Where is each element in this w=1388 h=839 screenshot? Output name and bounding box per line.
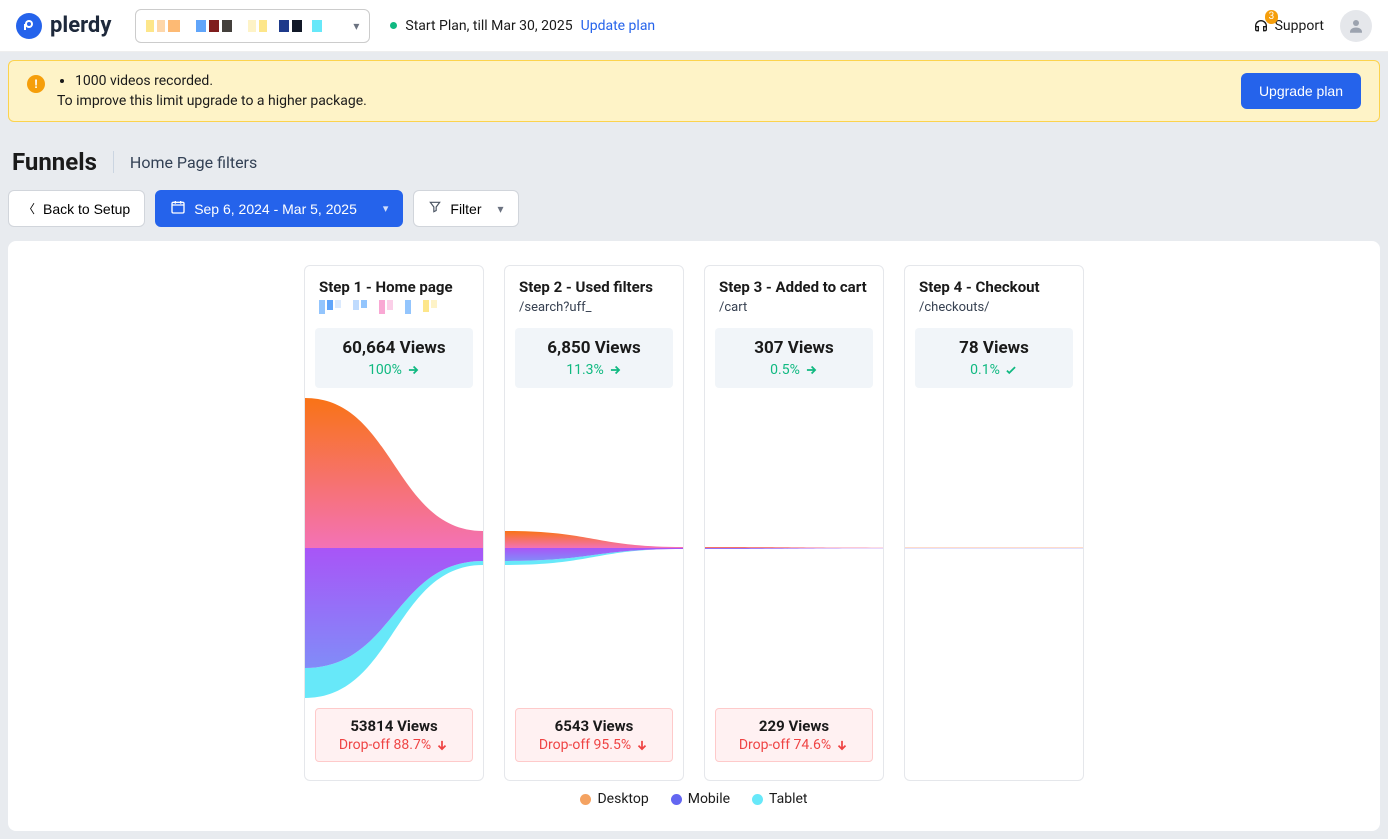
upgrade-plan-button[interactable]: Upgrade plan [1241,73,1361,109]
flow-chart [505,398,683,698]
flow-chart [905,398,1083,698]
flow-chart [705,398,883,698]
filter-label: Filter [450,201,481,217]
legend-desktop: Desktop [580,791,648,807]
step-views-box: 6,850 Views 11.3% [515,328,673,388]
step-views-box: 78 Views 0.1% [915,328,1073,388]
step-url: /checkouts/ [919,300,990,315]
support-badge: 3 [1265,10,1279,24]
step-views: 6,850 Views [525,338,663,358]
support-label: Support [1275,18,1324,34]
divider [113,151,114,173]
legend-tablet: Tablet [752,791,807,807]
back-to-setup-button[interactable]: 〈 Back to Setup [8,190,145,227]
funnel-panel: Step 1 - Home page 60,664 Views 100% 53814… [8,241,1380,831]
chevron-down-icon: ▾ [383,202,389,215]
plan-text: Start Plan, till Mar 30, 2025 [405,18,572,34]
update-plan-link[interactable]: Update plan [581,18,656,34]
page-title: Funnels [12,148,97,176]
step-pct: 0.5% [725,362,863,378]
dropoff-box: 229 Views Drop-off 74.6% [715,708,873,762]
step-url: /search?uff_ [519,300,592,315]
dropoff-pct: Drop-off 74.6% [724,737,864,753]
chevron-down-icon: ▾ [353,19,359,33]
user-avatar[interactable] [1340,10,1372,42]
step-pct: 100% [325,362,463,378]
dropoff-views: 6543 Views [524,717,664,735]
funnel-step: Step 1 - Home page 60,664 Views 100% 53814… [304,265,484,781]
dropoff-pct: Drop-off 95.5% [524,737,664,753]
dropoff-views: 229 Views [724,717,864,735]
page-subtitle: Home Page filters [130,153,257,172]
alert-message: To improve this limit upgrade to a highe… [57,93,367,109]
site-selector[interactable]: ▾ [135,9,370,43]
step-pct: 0.1% [925,362,1063,378]
status-dot-icon [390,22,397,29]
funnel-step: Step 2 - Used filters/search?uff_ 6,850 V… [504,265,684,781]
page-header: Funnels Home Page filters [0,130,1388,190]
step-views: 60,664 Views [325,338,463,358]
alert-bullet: 1000 videos recorded. [75,73,367,89]
date-range-label: Sep 6, 2024 - Mar 5, 2025 [194,201,357,217]
step-views: 307 Views [725,338,863,358]
step-pct: 11.3% [525,362,663,378]
dropoff-box: 6543 Views Drop-off 95.5% [515,708,673,762]
funnel-step: Step 3 - Added to cart/cart 307 Views 0.5%… [704,265,884,781]
step-views-box: 60,664 Views 100% [315,328,473,388]
calendar-icon [170,199,186,218]
logo-icon [16,13,42,39]
filter-icon [428,200,442,217]
limit-alert: ! 1000 videos recorded. To improve this … [8,60,1380,122]
funnel-step: Step 4 - Checkout/checkouts/78 Views 0.1% [904,265,1084,781]
step-title: Step 4 - Checkout [919,278,1069,296]
legend: Desktop Mobile Tablet [32,781,1356,807]
step-url: /cart [719,300,747,315]
top-bar: plerdy ▾ Start Plan, till Mar 30, 2025 U… [0,0,1388,52]
chevron-down-icon: ▾ [498,202,504,216]
toolbar: 〈 Back to Setup Sep 6, 2024 - Mar 5, 202… [0,190,1388,241]
step-views-box: 307 Views 0.5% [715,328,873,388]
warning-icon: ! [27,75,45,93]
dropoff-views: 53814 Views [324,717,464,735]
filter-button[interactable]: Filter ▾ [413,190,518,227]
site-selector-thumb [146,20,322,32]
plan-info: Start Plan, till Mar 30, 2025 Update pla… [390,18,655,34]
step-title: Step 2 - Used filters [519,278,669,296]
support-link[interactable]: 3 Support [1253,16,1324,36]
dropoff-pct: Drop-off 88.7% [324,737,464,753]
logo-text: plerdy [50,13,111,38]
dropoff-box: 53814 Views Drop-off 88.7% [315,708,473,762]
step-url-redacted [319,300,469,314]
legend-mobile: Mobile [671,791,730,807]
flow-chart [305,398,483,698]
logo[interactable]: plerdy [16,13,111,39]
date-range-button[interactable]: Sep 6, 2024 - Mar 5, 2025 ▾ [155,190,403,227]
step-title: Step 1 - Home page [319,278,469,296]
chevron-left-icon: 〈 [23,200,35,217]
funnel-steps: Step 1 - Home page 60,664 Views 100% 53814… [32,265,1356,781]
step-title: Step 3 - Added to cart [719,278,869,296]
step-views: 78 Views [925,338,1063,358]
back-label: Back to Setup [43,201,130,217]
